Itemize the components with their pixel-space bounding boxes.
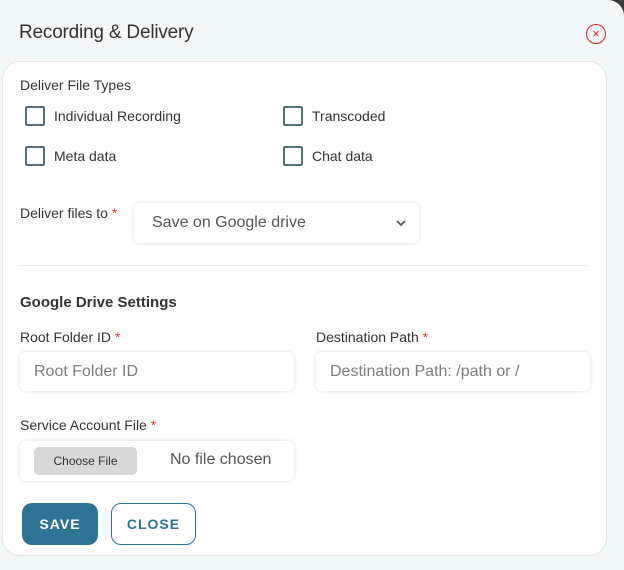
divider — [20, 265, 590, 266]
deliver-to-select[interactable]: Save on Google drive — [134, 203, 419, 243]
root-folder-input[interactable] — [20, 352, 294, 391]
checkbox-label: Individual Recording — [54, 108, 181, 124]
required-mark: * — [422, 329, 429, 345]
chevron-down-icon — [395, 216, 419, 230]
checkbox-label: Meta data — [54, 148, 117, 164]
root-folder-text: Root Folder ID — [20, 329, 112, 345]
checkbox-transcoded[interactable]: Transcoded — [283, 106, 385, 126]
destination-path-text: Destination Path — [316, 329, 419, 345]
checkbox-individual-recording[interactable]: Individual Recording — [25, 106, 181, 126]
service-account-label: Service Account File * — [20, 417, 156, 433]
google-drive-settings-title: Google Drive Settings — [20, 294, 177, 311]
close-button[interactable]: CLOSE — [111, 503, 196, 545]
choose-file-button[interactable]: Choose File — [34, 447, 137, 475]
service-account-file-input[interactable]: Choose File No file chosen — [20, 441, 294, 481]
destination-path-label: Destination Path * — [316, 329, 428, 345]
checkbox-box[interactable] — [25, 146, 45, 166]
deliver-to-label: Deliver files to * — [20, 205, 117, 221]
checkbox-box[interactable] — [283, 106, 303, 126]
save-button[interactable]: SAVE — [22, 503, 98, 545]
checkbox-chat-data[interactable]: Chat data — [283, 146, 373, 166]
checkbox-box[interactable] — [283, 146, 303, 166]
modal-title: Recording & Delivery — [19, 22, 194, 43]
root-folder-label: Root Folder ID * — [20, 329, 120, 345]
deliver-to-value: Save on Google drive — [152, 214, 306, 231]
close-circle-icon[interactable]: × — [586, 24, 606, 44]
checkbox-label: Chat data — [312, 148, 373, 164]
service-account-text: Service Account File — [20, 417, 147, 433]
file-status: No file chosen — [170, 451, 272, 468]
deliver-to-text: Deliver files to — [20, 205, 108, 221]
file-types-label: Deliver File Types — [20, 77, 132, 93]
checkbox-label: Transcoded — [312, 108, 386, 124]
required-mark: * — [150, 417, 157, 433]
destination-path-input[interactable] — [316, 352, 590, 391]
required-mark: * — [111, 205, 118, 221]
checkbox-meta-data[interactable]: Meta data — [25, 146, 116, 166]
checkbox-box[interactable] — [25, 106, 45, 126]
recording-delivery-modal: Recording & Delivery × Deliver File Type… — [0, 0, 624, 570]
required-mark: * — [114, 329, 121, 345]
settings-card: Deliver File Types Individual Recording … — [2, 61, 607, 556]
